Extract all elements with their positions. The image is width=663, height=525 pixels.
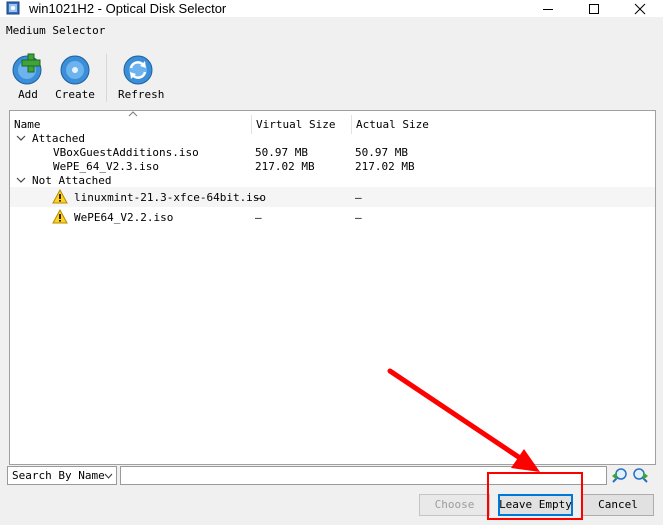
- table-row[interactable]: linuxmint-21.3-xfce-64bit.iso — —: [10, 187, 655, 207]
- warning-icon: [52, 209, 68, 224]
- virtual-size: 50.97 MB: [255, 146, 308, 159]
- group-label: Not Attached: [32, 174, 112, 187]
- create-button[interactable]: Create: [55, 52, 95, 102]
- toolbar: Add Create Refresh: [0, 50, 663, 104]
- toolbar-separator: [106, 54, 107, 102]
- actual-size: —: [355, 211, 362, 224]
- create-disk-icon: [60, 55, 90, 85]
- actual-size: 217.02 MB: [355, 160, 415, 173]
- chevron-down-icon[interactable]: [16, 175, 26, 185]
- search-mode-value: Search By Name: [12, 469, 105, 482]
- virtual-size: 217.02 MB: [255, 160, 315, 173]
- chevron-down-icon[interactable]: [16, 133, 26, 143]
- close-icon: [634, 3, 646, 15]
- add-label: Add: [18, 88, 38, 101]
- annotation-highlight-box: [487, 472, 583, 520]
- actual-size: 50.97 MB: [355, 146, 408, 159]
- cancel-button[interactable]: Cancel: [582, 494, 654, 516]
- group-row-attached[interactable]: Attached: [10, 131, 655, 145]
- virtual-size: —: [255, 191, 262, 204]
- window-title: win1021H2 - Optical Disk Selector: [29, 1, 227, 16]
- search-backward-icon[interactable]: [611, 467, 628, 484]
- title-bar: win1021H2 - Optical Disk Selector: [0, 0, 663, 17]
- medium-name: WePE64_V2.2.iso: [74, 211, 174, 224]
- actual-size: —: [355, 191, 362, 204]
- group-row-not-attached[interactable]: Not Attached: [10, 173, 655, 187]
- close-button[interactable]: [617, 0, 663, 17]
- create-label: Create: [55, 88, 95, 101]
- add-button[interactable]: Add: [8, 52, 48, 102]
- refresh-icon: [123, 55, 153, 85]
- medium-tree[interactable]: Name Virtual Size Actual Size Attached V…: [9, 110, 656, 465]
- virtualbox-app-icon: [6, 1, 20, 15]
- medium-name: VBoxGuestAdditions.iso: [53, 146, 199, 159]
- refresh-button[interactable]: Refresh: [118, 52, 165, 102]
- maximize-button[interactable]: [571, 0, 617, 17]
- medium-name: linuxmint-21.3-xfce-64bit.iso: [74, 191, 267, 204]
- minimize-icon: [543, 9, 553, 10]
- medium-name: WePE_64_V2.3.iso: [53, 160, 159, 173]
- maximize-icon: [589, 4, 599, 14]
- warning-icon: [52, 189, 68, 204]
- table-row[interactable]: WePE64_V2.2.iso — —: [10, 207, 655, 227]
- add-disk-icon: [12, 53, 42, 85]
- group-label: Attached: [32, 132, 85, 145]
- virtual-size: —: [255, 211, 262, 224]
- dialog-subtitle: Medium Selector: [6, 24, 106, 37]
- search-forward-icon[interactable]: [632, 467, 649, 484]
- table-row[interactable]: VBoxGuestAdditions.iso 50.97 MB 50.97 MB: [10, 145, 655, 159]
- table-row[interactable]: WePE_64_V2.3.iso 217.02 MB 217.02 MB: [10, 159, 655, 173]
- refresh-label: Refresh: [118, 88, 165, 101]
- search-mode-dropdown[interactable]: Search By Name: [7, 466, 117, 485]
- choose-button[interactable]: Choose: [419, 494, 490, 516]
- sort-ascending-icon: [128, 111, 138, 117]
- chevron-down-icon: [104, 473, 113, 479]
- minimize-button[interactable]: [525, 0, 571, 17]
